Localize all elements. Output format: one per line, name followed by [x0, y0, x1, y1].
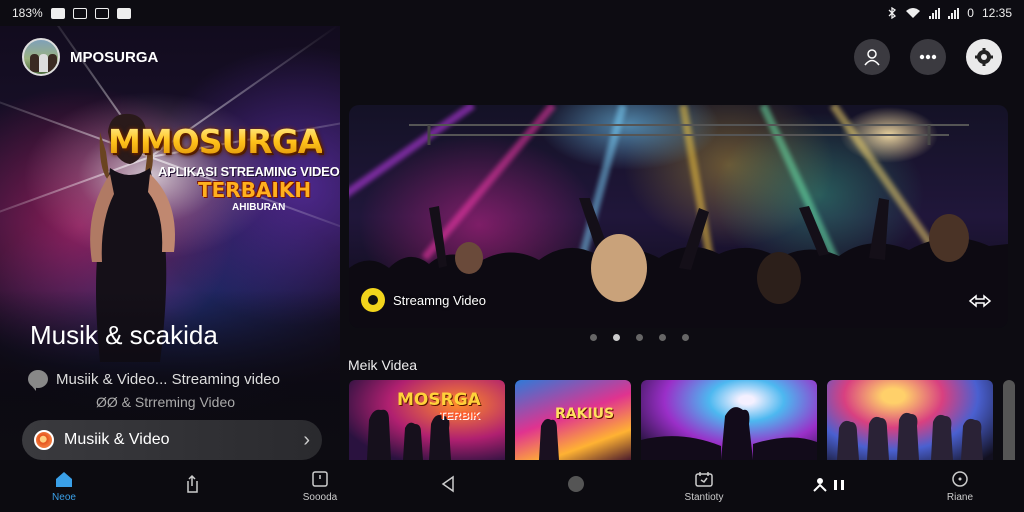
nav-square[interactable]: Soooda: [256, 460, 384, 512]
play-icon: [361, 288, 385, 312]
nav-clock[interactable]: Riane: [896, 460, 1024, 512]
status-bar: 183% 0 12:35: [0, 0, 1024, 26]
banner-label: Streamng Video: [361, 288, 486, 312]
message-icon: [72, 7, 87, 19]
video-thumbnail-partial[interactable]: [1003, 380, 1015, 460]
music-video-button[interactable]: Musiik & Video ›: [22, 420, 322, 460]
chevron-right-icon: ›: [303, 428, 310, 451]
nav-calendar[interactable]: Stantioty: [640, 460, 768, 512]
wifi-icon: [906, 8, 921, 18]
status-time: 12:35: [981, 6, 1012, 20]
chat-icon: [116, 7, 131, 19]
brand-small-text: AHIBURAN: [232, 202, 286, 213]
share-icon: [187, 474, 198, 493]
status-left-text: 183%: [12, 6, 43, 20]
nav-profile[interactable]: [768, 460, 896, 512]
banner-label-text: Streamng Video: [393, 292, 486, 308]
bluetooth-icon: [888, 7, 897, 19]
nav-label: Riane: [946, 491, 974, 503]
carousel-indicator[interactable]: [590, 334, 689, 341]
battery-prefix: 0: [967, 6, 974, 20]
concert-silhouette: [641, 407, 817, 460]
thumbnail-subtitle: TERBIK: [439, 410, 480, 422]
status-right: 0 12:35: [887, 6, 1012, 20]
carousel-dot[interactable]: [590, 334, 597, 341]
home-icon: [56, 471, 72, 487]
nav-home[interactable]: Neoe: [0, 460, 128, 512]
circle-icon: [568, 476, 584, 492]
performer-silhouette: [539, 418, 559, 460]
group-silhouette: [837, 412, 983, 460]
hero-desc-line1: Musiik & Video... Streaming video: [56, 370, 280, 388]
carousel-dot[interactable]: [659, 334, 666, 341]
app-header: MPOSURGA: [0, 32, 1024, 82]
nav-circle[interactable]: [512, 460, 640, 512]
app-icon: [94, 7, 109, 19]
nav-share[interactable]: [128, 460, 256, 512]
nav-label: Soooda: [302, 491, 338, 503]
gear-icon: [975, 48, 993, 66]
profile-icon: [813, 478, 844, 492]
video-thumbnail-row: MOSRGA TERBIK RAKIUS: [349, 380, 1015, 460]
section-title: Meik Videa: [348, 357, 418, 373]
carousel-dot[interactable]: [636, 334, 643, 341]
hero-heading: Musik & scakida: [30, 320, 218, 350]
nav-back[interactable]: [384, 460, 512, 512]
square-icon: [312, 470, 328, 487]
settings-button[interactable]: [966, 39, 1002, 75]
app-name: MPOSURGA: [70, 48, 159, 66]
user-icon: [864, 49, 880, 66]
video-thumbnail[interactable]: MOSRGA TERBIK: [349, 380, 505, 460]
chat-bubble-icon: [28, 370, 48, 391]
nav-label: Stantioty: [684, 491, 724, 503]
brand-subtitle: APLIKASI STREAMING VIDEO: [158, 164, 340, 179]
brand-tagline: TERBAIKH: [198, 178, 312, 202]
status-left: 183%: [12, 6, 131, 20]
nav-label: Neoe: [52, 491, 76, 503]
more-button[interactable]: [910, 39, 946, 75]
thumbnail-title: MOSRGA: [397, 390, 481, 410]
pill-label: Musiik & Video: [64, 431, 170, 448]
carousel-dot[interactable]: [682, 334, 689, 341]
stage-truss: [409, 124, 969, 145]
video-thumbnail[interactable]: RAKIUS: [515, 380, 631, 460]
video-thumbnail[interactable]: [641, 380, 817, 460]
avatar[interactable]: [22, 38, 60, 76]
notification-icon: [50, 7, 65, 19]
brand-title: MMOSURGA: [108, 122, 323, 161]
more-icon: [919, 54, 937, 60]
signal-icon: [929, 7, 941, 19]
signal2-icon: [948, 7, 960, 19]
header-actions: [854, 39, 1002, 75]
calendar-icon: [695, 471, 713, 487]
profile-button[interactable]: [854, 39, 890, 75]
music-icon: [34, 430, 54, 450]
carousel-dot-active[interactable]: [613, 334, 620, 341]
clock-icon: [952, 470, 968, 487]
fullscreen-icon[interactable]: [968, 294, 992, 308]
back-icon: [441, 475, 454, 493]
featured-banner[interactable]: Streamng Video: [349, 105, 1008, 328]
hero-desc-line2: ØØ & Strreming Video: [96, 394, 236, 410]
hero-description: Musiik & Video... Streaming video: [28, 370, 280, 391]
bottom-navigation: Neoe Soooda Stantioty Riane: [0, 460, 1024, 512]
video-thumbnail[interactable]: [827, 380, 993, 460]
